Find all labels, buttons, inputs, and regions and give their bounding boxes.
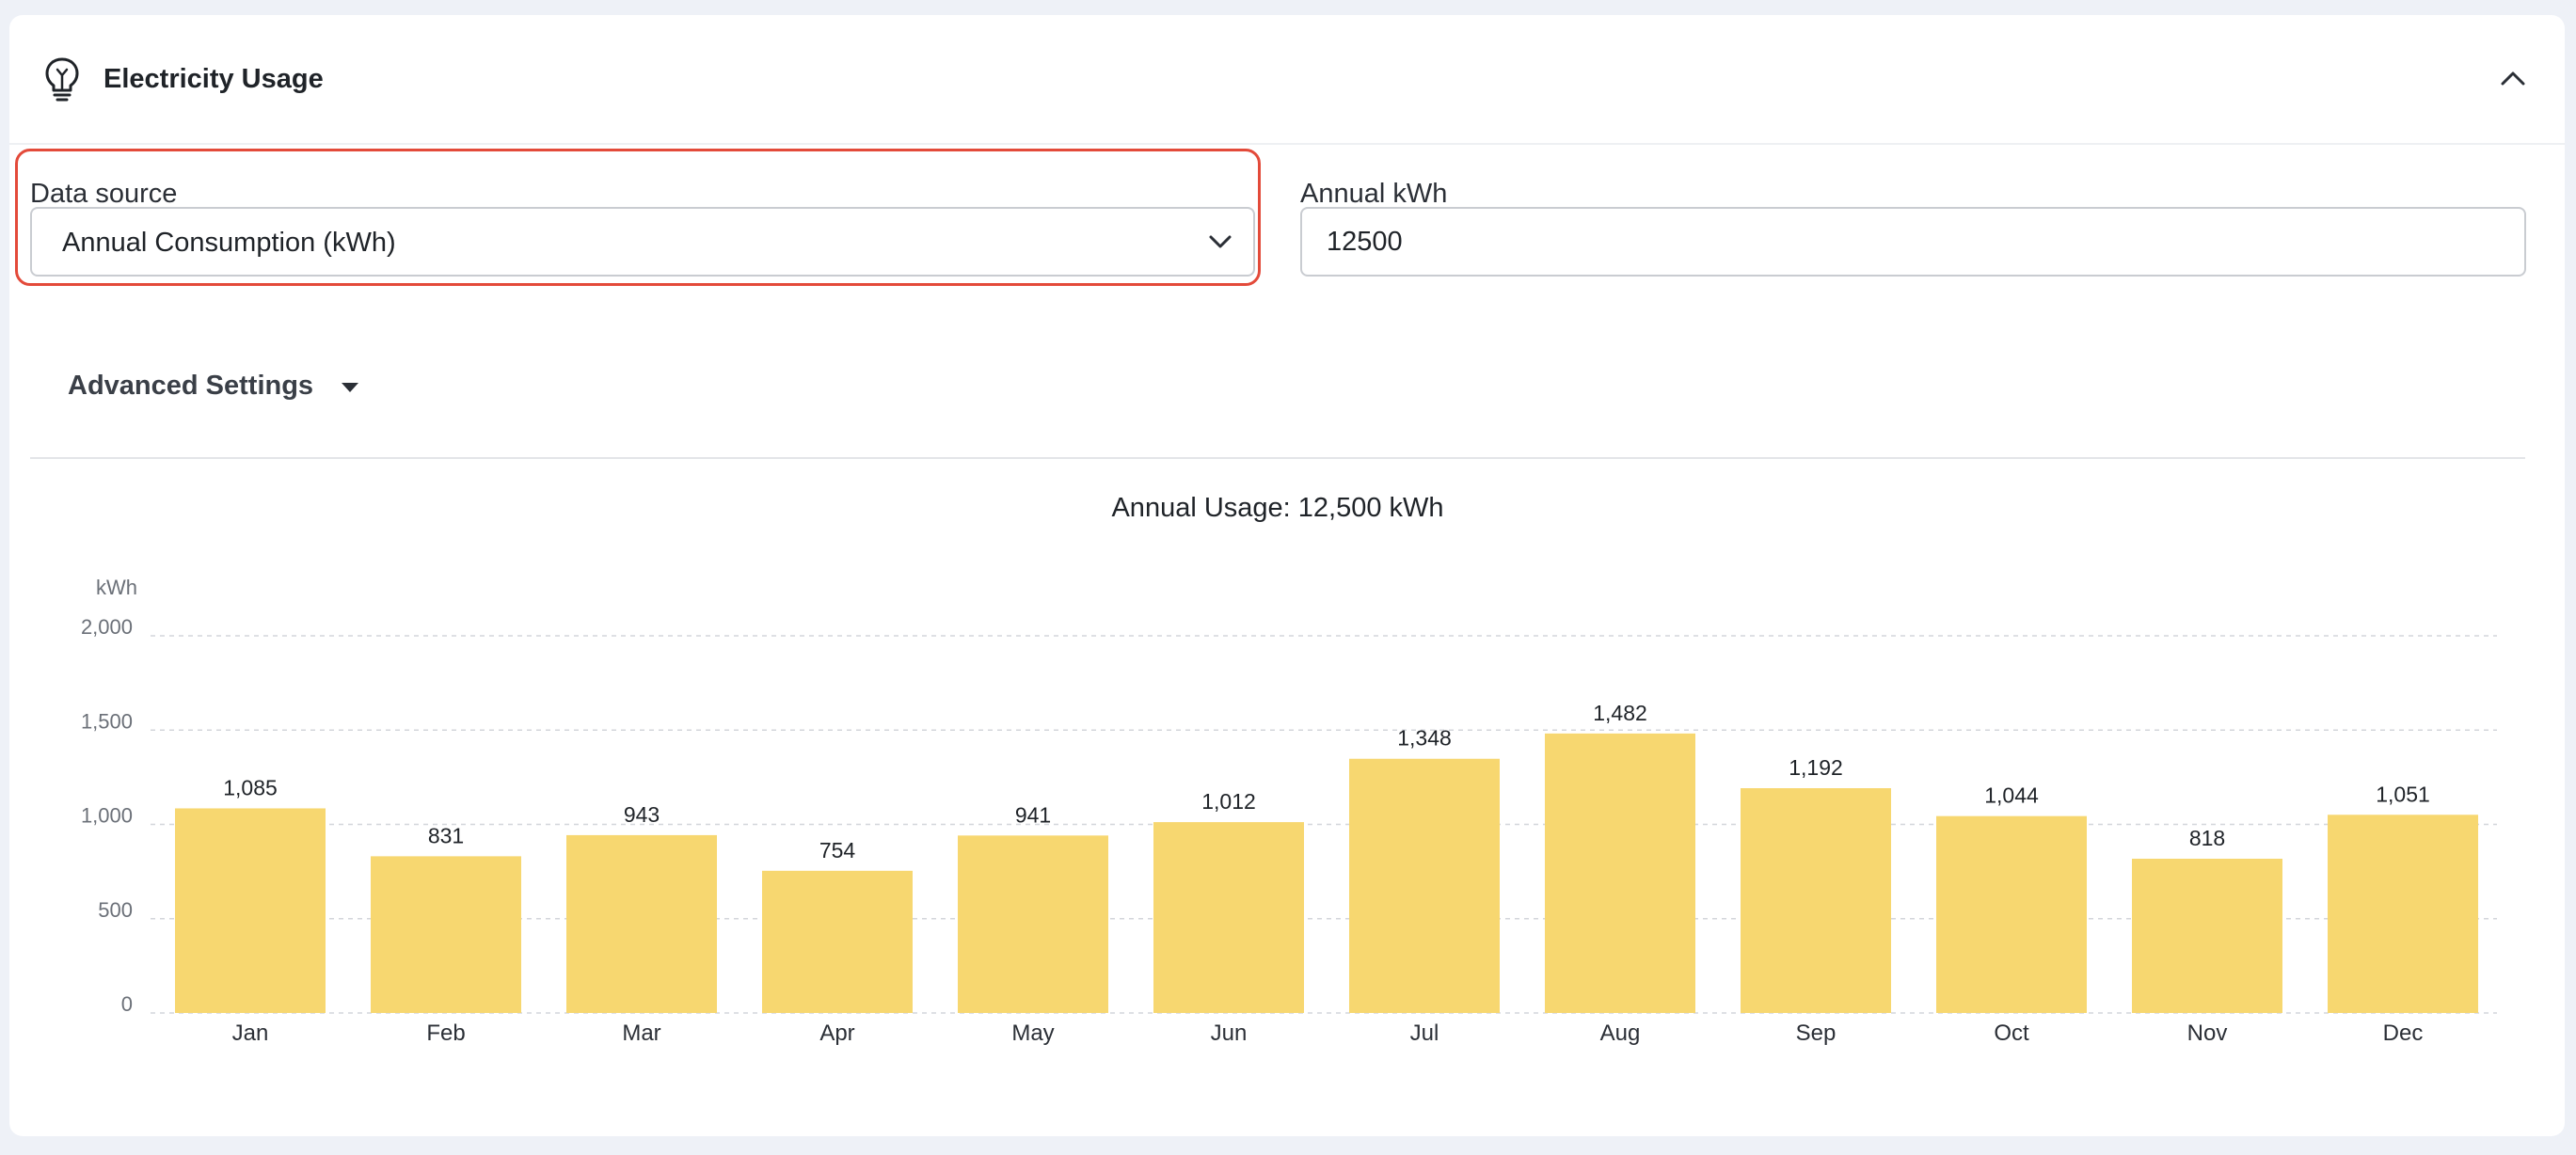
bar-value-label: 1,192 (1789, 755, 1843, 780)
bar-value-label: 1,051 (2376, 782, 2430, 806)
bar-nov (2132, 858, 2282, 1013)
bar-sep (1741, 788, 1891, 1013)
bar-jul (1349, 758, 1500, 1013)
x-tick-label: Feb (426, 1021, 465, 1046)
bar-apr (762, 870, 913, 1013)
bar-value-label: 1,085 (223, 775, 278, 799)
bar-aug (1545, 733, 1695, 1013)
y-tick-label: 1,000 (81, 804, 133, 828)
x-tick-label: Jul (1410, 1021, 1439, 1046)
bar-jan (175, 808, 326, 1013)
x-tick-label: Oct (1994, 1021, 2029, 1046)
bar-mar (566, 834, 717, 1013)
bar-value-label: 831 (428, 823, 464, 847)
bar-feb (371, 856, 521, 1013)
x-tick-label: Apr (819, 1021, 854, 1046)
bar-dec (2328, 815, 2478, 1013)
bar-jun (1153, 822, 1304, 1013)
bar-value-label: 1,044 (1984, 783, 2039, 808)
bar-value-label: 818 (2189, 826, 2225, 850)
bar-value-label: 1,482 (1593, 701, 1647, 725)
bar-value-label: 1,348 (1397, 726, 1452, 751)
bar-value-label: 1,012 (1201, 789, 1256, 814)
x-tick-label: Jun (1211, 1021, 1248, 1046)
y-tick-label: 0 (121, 992, 133, 1016)
x-tick-label: Jan (232, 1021, 269, 1046)
x-tick-label: Sep (1796, 1021, 1837, 1046)
y-tick-label: 1,500 (81, 709, 133, 733)
usage-bar-chart: kWh 0 500 1,000 1,500 2,000 1,085 Jan 831 Feb 943 M… (81, 576, 2497, 1046)
bar-oct (1936, 815, 2087, 1013)
y-tick-label: 2,000 (81, 615, 133, 639)
x-tick-label: May (1011, 1021, 1054, 1046)
bar-value-label: 941 (1015, 802, 1051, 827)
x-tick-label: Nov (2187, 1021, 2228, 1046)
y-tick-label: 500 (98, 898, 133, 922)
x-tick-label: Dec (2383, 1021, 2424, 1046)
x-tick-label: Mar (622, 1021, 660, 1046)
bar-value-label: 943 (624, 802, 660, 827)
bar-may (958, 835, 1108, 1013)
x-tick-label: Aug (1600, 1021, 1641, 1046)
y-axis-label: kWh (96, 576, 137, 599)
bar-value-label: 754 (819, 838, 856, 862)
